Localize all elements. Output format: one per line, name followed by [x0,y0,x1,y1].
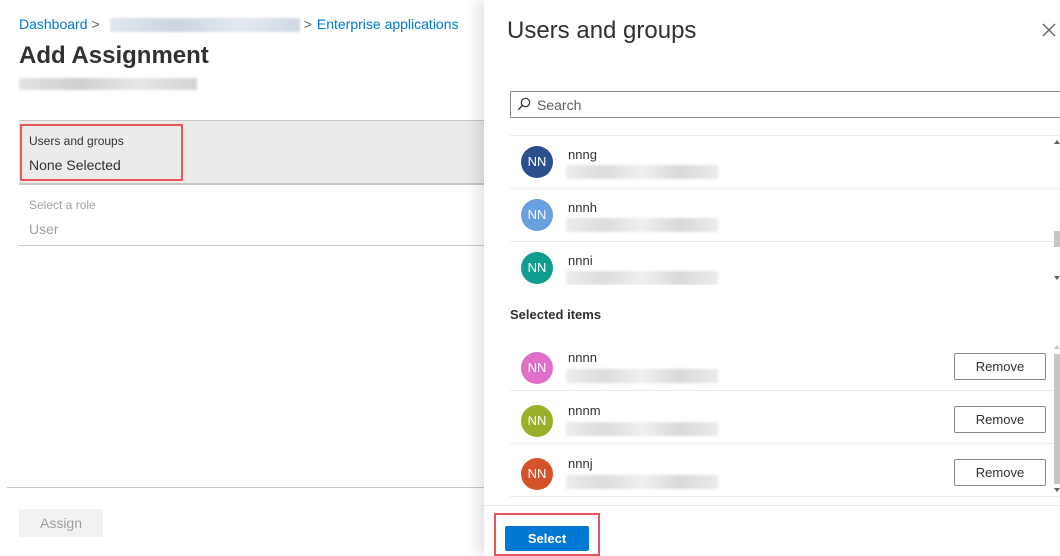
result-email-redacted [566,165,718,179]
avatar: NN [521,458,553,490]
result-name: nnni [568,253,593,268]
remove-button[interactable]: Remove [954,353,1046,380]
selected-email-redacted [566,422,718,436]
selected-items-heading: Selected items [510,307,602,322]
breadcrumb-enterprise-apps-link[interactable]: Enterprise applications [317,16,459,32]
breadcrumb-separator: > [303,16,312,32]
selected-item: NN nnnn Remove [510,338,1060,391]
result-email-redacted [566,218,718,232]
select-button-highlight [494,513,600,556]
search-input[interactable] [537,95,937,115]
remove-button[interactable]: Remove [954,406,1046,433]
avatar: NN [521,146,553,178]
result-name: nnnh [568,200,597,215]
selected-name: nnnn [568,350,597,365]
results-scrollbar[interactable] [1052,135,1060,285]
selected-email-redacted [566,369,718,383]
avatar: NN [521,252,553,284]
scroll-up-icon[interactable] [1054,345,1060,349]
breadcrumb: Dashboard > > Enterprise applications [19,16,459,33]
avatar: NN [521,352,553,384]
scroll-up-icon[interactable] [1054,140,1060,144]
result-email-redacted [566,271,718,285]
breadcrumb-separator: > [91,16,100,32]
users-field-highlight [20,124,183,181]
search-icon [517,97,531,111]
close-icon[interactable] [1039,20,1059,40]
selected-item: NN nnnm Remove [510,391,1060,444]
assign-button[interactable]: Assign [19,509,103,537]
selected-item: NN nnnj Remove [510,444,1060,497]
search-results-list: NN nnng NN nnnh NN nnni [510,135,1060,285]
result-name: nnng [568,147,597,162]
search-box[interactable] [510,91,1060,118]
result-item[interactable]: NN nnnh [510,189,1060,242]
panel-title: Users and groups [507,17,697,44]
page-title: Add Assignment [19,42,209,69]
scrollbar-thumb[interactable] [1054,354,1060,484]
selected-email-redacted [566,475,718,489]
scroll-down-icon[interactable] [1054,488,1060,492]
selected-name: nnnm [568,403,601,418]
result-item[interactable]: NN nnni [510,242,1060,285]
selected-name: nnnj [568,456,593,471]
selected-items-list: NN nnnn Remove NN nnnm Remove NN nnnj Re… [510,338,1060,498]
scroll-down-icon[interactable] [1054,276,1060,280]
result-item[interactable]: NN nnng [510,136,1060,189]
scrollbar-thumb[interactable] [1054,231,1060,247]
remove-button[interactable]: Remove [954,459,1046,486]
page-subtitle-redacted [19,78,197,90]
select-role-value: User [29,221,59,237]
selected-scrollbar[interactable] [1052,340,1060,497]
page-footer-divider [7,487,484,488]
avatar: NN [521,405,553,437]
avatar: NN [521,199,553,231]
add-assignment-page: Dashboard > > Enterprise applications Add A… [0,0,486,556]
breadcrumb-redacted-item [109,18,300,33]
panel-footer-divider [484,505,1060,506]
breadcrumb-dashboard-link[interactable]: Dashboard [19,16,88,32]
select-role-label: Select a role [29,198,96,212]
select-role-field: Select a role User [19,184,486,246]
